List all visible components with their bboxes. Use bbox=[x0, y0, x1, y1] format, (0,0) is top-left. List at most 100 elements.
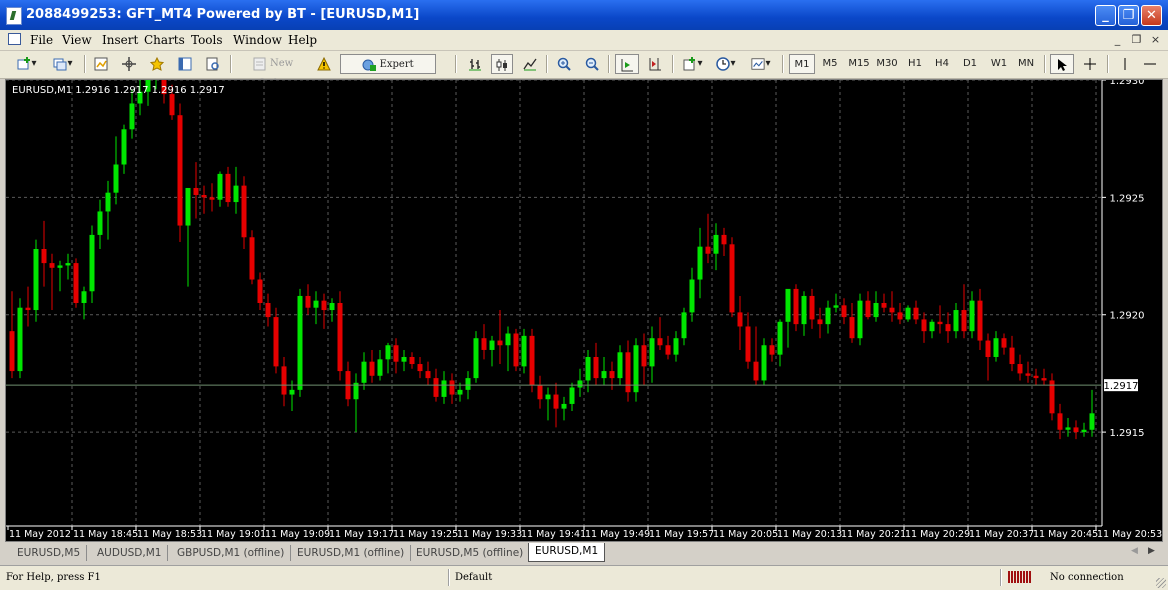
time-label: 11 May 20:05 bbox=[713, 529, 778, 540]
minimize-button[interactable]: _ bbox=[1095, 5, 1116, 26]
candle-body bbox=[505, 333, 511, 346]
candle-body bbox=[865, 300, 871, 318]
candle-body bbox=[737, 312, 743, 327]
auto-scroll-button[interactable] bbox=[615, 54, 639, 74]
horizontal-line-button[interactable] bbox=[1140, 54, 1160, 74]
market-watch-button[interactable] bbox=[90, 54, 112, 74]
candle-body bbox=[745, 326, 751, 362]
profiles-button[interactable]: ▾ bbox=[48, 54, 78, 74]
candle-body bbox=[121, 129, 127, 165]
candle-body bbox=[937, 321, 943, 325]
resize-grip-icon[interactable] bbox=[1156, 578, 1166, 588]
candle-body bbox=[449, 380, 455, 395]
candle-body bbox=[409, 356, 415, 365]
status-connection: No connection bbox=[1050, 572, 1124, 583]
tab-audusd-m1[interactable]: AUDUSD,M1 bbox=[91, 545, 169, 561]
candle-body bbox=[473, 338, 479, 379]
time-label: 11 May 19:57 bbox=[649, 529, 714, 540]
candle-body bbox=[177, 115, 183, 226]
templates-button[interactable]: ▾ bbox=[746, 54, 776, 74]
tab-eurusd-m1-offline[interactable]: EURUSD,M1 (offline) bbox=[291, 545, 412, 561]
candle-body bbox=[713, 234, 719, 254]
navigator-button[interactable] bbox=[146, 54, 168, 74]
period-m1-button[interactable]: M1 bbox=[789, 54, 815, 74]
new-chart-button[interactable]: ▾ bbox=[12, 54, 42, 74]
tab-eurusd-m1[interactable]: EURUSD,M1 bbox=[528, 543, 606, 562]
cursor-button[interactable] bbox=[1050, 54, 1074, 74]
strategy-tester-button[interactable] bbox=[202, 54, 224, 74]
auto-scroll-icon bbox=[621, 58, 633, 71]
time-label: 11 May 19:49 bbox=[585, 529, 650, 540]
candle-body bbox=[553, 394, 559, 409]
mdi-restore-icon[interactable]: ❐ bbox=[1129, 32, 1144, 47]
chart-window[interactable]: 1.2930 1.2925 1.2920 1.2915 11 May 2012 11 Ma… bbox=[5, 79, 1163, 542]
chart-window-icon[interactable] bbox=[8, 33, 21, 45]
menu-tools[interactable]: Tools bbox=[191, 33, 223, 47]
menu-insert[interactable]: Insert bbox=[102, 33, 138, 47]
candle-body bbox=[65, 263, 71, 266]
candle-body bbox=[193, 187, 199, 196]
bar-chart-button[interactable] bbox=[464, 54, 486, 74]
candle-body bbox=[753, 361, 759, 381]
candle-body bbox=[1057, 413, 1063, 430]
period-mn-button[interactable]: MN bbox=[1013, 54, 1039, 74]
mdi-minimize-icon[interactable]: _ bbox=[1110, 32, 1125, 47]
tab-scroll-right-icon[interactable]: ▶ bbox=[1148, 546, 1155, 556]
price-label: 1.2915 bbox=[1110, 428, 1145, 439]
candle-body bbox=[921, 319, 927, 332]
title-bar: 2088499253: GFT_MT4 Powered by BT - [EUR… bbox=[0, 0, 1168, 31]
menu-view[interactable]: View bbox=[62, 33, 92, 47]
period-h1-button[interactable]: H1 bbox=[903, 54, 927, 74]
expert-advisors-button[interactable]: Expert Advisors bbox=[340, 54, 436, 90]
candlestick-chart-button[interactable] bbox=[491, 54, 513, 74]
period-w1-button[interactable]: W1 bbox=[986, 54, 1012, 74]
menu-window[interactable]: Window bbox=[233, 33, 282, 47]
tab-eurusd-m5[interactable]: EURUSD,M5 bbox=[11, 545, 88, 561]
chart-shift-button[interactable] bbox=[643, 54, 667, 74]
data-window-button[interactable] bbox=[118, 54, 140, 74]
crosshair-button[interactable] bbox=[1078, 54, 1102, 74]
tab-eurusd-m5-offline[interactable]: EURUSD,M5 (offline) bbox=[410, 545, 531, 561]
candle-body bbox=[1073, 427, 1079, 433]
candle-body bbox=[265, 303, 271, 318]
autotrading-warning-button[interactable] bbox=[313, 54, 335, 74]
indicators-button[interactable]: ▾ bbox=[679, 54, 707, 74]
line-chart-button[interactable] bbox=[519, 54, 541, 74]
horizontal-line-icon bbox=[1144, 63, 1156, 64]
new-order-button[interactable]: New Order bbox=[238, 54, 308, 89]
tab-gbpusd-m1-offline[interactable]: GBPUSD,M1 (offline) bbox=[171, 545, 292, 561]
zoom-out-button[interactable] bbox=[581, 54, 603, 74]
tab-scroll-left-icon[interactable]: ◀ bbox=[1131, 546, 1138, 556]
candle-body bbox=[1065, 427, 1071, 430]
menu-file[interactable]: File bbox=[30, 33, 53, 47]
crosshair-move-icon bbox=[122, 56, 136, 71]
period-h4-button[interactable]: H4 bbox=[930, 54, 954, 74]
mdi-close-icon[interactable]: × bbox=[1148, 32, 1163, 47]
candle-body bbox=[601, 371, 607, 379]
time-label: 11 May 19:09 bbox=[265, 529, 330, 540]
candle-body bbox=[833, 305, 839, 308]
maximize-button[interactable]: ❐ bbox=[1118, 5, 1139, 26]
period-d1-button[interactable]: D1 bbox=[958, 54, 982, 74]
cursor-arrow-icon bbox=[1058, 58, 1067, 71]
periods-button[interactable]: ▾ bbox=[712, 54, 740, 74]
period-m5-button[interactable]: M5 bbox=[817, 54, 843, 74]
candle-body bbox=[321, 300, 327, 311]
candle-body bbox=[337, 303, 343, 372]
vertical-line-button[interactable] bbox=[1115, 54, 1135, 74]
price-chart[interactable]: 1.29301.29251.29201.291511 May 2012 11 Ma… bbox=[6, 80, 1162, 541]
period-m15-button[interactable]: M15 bbox=[845, 54, 873, 74]
menu-charts[interactable]: Charts bbox=[144, 33, 185, 47]
terminal-button[interactable] bbox=[174, 54, 196, 74]
close-button[interactable]: ✕ bbox=[1141, 5, 1162, 26]
status-help-text: For Help, press F1 bbox=[6, 572, 101, 583]
candle-body bbox=[681, 312, 687, 339]
candle-body bbox=[89, 234, 95, 292]
candle-body bbox=[825, 307, 831, 325]
menu-help[interactable]: Help bbox=[288, 33, 317, 47]
time-label: 11 May 20:13 bbox=[777, 529, 842, 540]
candle-body bbox=[1017, 364, 1023, 374]
candle-body bbox=[961, 310, 967, 332]
period-m30-button[interactable]: M30 bbox=[873, 54, 901, 74]
zoom-in-button[interactable] bbox=[553, 54, 575, 74]
